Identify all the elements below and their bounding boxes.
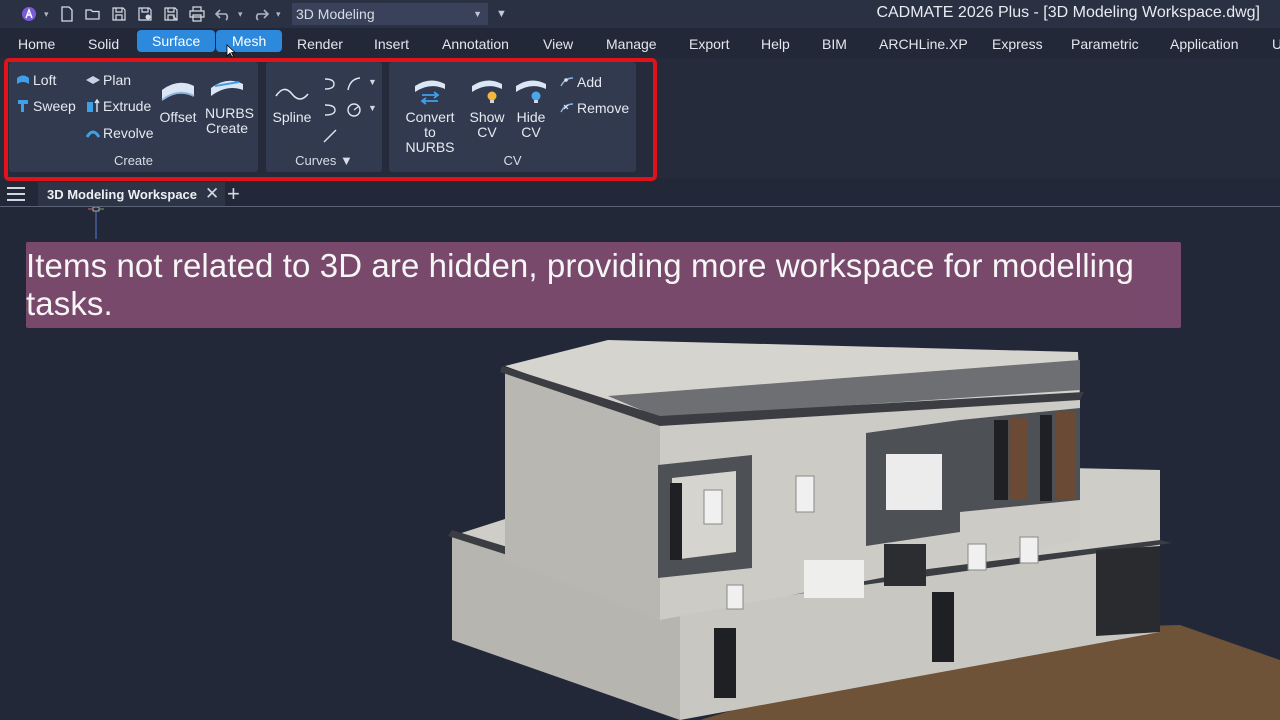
tab-application[interactable]: Application bbox=[1170, 33, 1239, 55]
tutorial-caption: Items not related to 3D are hidden, prov… bbox=[26, 242, 1181, 328]
new-file-icon[interactable] bbox=[56, 3, 78, 25]
tab-u[interactable]: U bbox=[1272, 33, 1280, 55]
window-small-5 bbox=[726, 584, 744, 610]
right-slot-1 bbox=[994, 420, 1008, 500]
central-window bbox=[886, 454, 942, 510]
quick-access-toolbar: ▾ ▾ ▾ 3D Modeling ▼ ▼ bbox=[18, 3, 507, 25]
customize-toolbar-icon[interactable]: ▼ bbox=[496, 8, 507, 20]
app-menu-dropdown-icon[interactable]: ▾ bbox=[44, 9, 54, 20]
hamburger-menu-icon[interactable] bbox=[7, 187, 25, 205]
tab-manage[interactable]: Manage bbox=[606, 33, 657, 55]
chevron-down-icon: ▼ bbox=[473, 9, 482, 19]
highlight-frame bbox=[4, 58, 657, 181]
tab-annotation[interactable]: Annotation bbox=[442, 33, 509, 55]
title-bar: ▾ ▾ ▾ 3D Modeling ▼ ▼ CADMATE 2026 Plus … bbox=[0, 0, 1280, 28]
window-small-3 bbox=[967, 543, 987, 571]
gate-right bbox=[932, 592, 954, 662]
workspace-select-value: 3D Modeling bbox=[296, 6, 375, 22]
wood-panel-2 bbox=[1056, 412, 1076, 500]
redo-dropdown-icon[interactable]: ▾ bbox=[276, 9, 286, 20]
tab-parametric[interactable]: Parametric bbox=[1071, 33, 1139, 55]
tab-express[interactable]: Express bbox=[992, 33, 1043, 55]
right-slot-2 bbox=[1040, 415, 1052, 501]
save-all-icon[interactable] bbox=[160, 3, 182, 25]
gate-left bbox=[714, 628, 736, 698]
window-left-dark bbox=[670, 483, 682, 560]
close-icon[interactable]: ✕ bbox=[205, 184, 219, 204]
window-small-4 bbox=[1019, 536, 1039, 564]
tab-solid[interactable]: Solid bbox=[88, 33, 119, 55]
tab-view[interactable]: View bbox=[543, 33, 573, 55]
tab-bim[interactable]: BIM bbox=[822, 33, 847, 55]
tab-surface[interactable]: Surface bbox=[137, 30, 216, 52]
undo-dropdown-icon[interactable]: ▾ bbox=[238, 9, 248, 20]
document-tab-bar: 3D Modeling Workspace ✕ + bbox=[0, 181, 1280, 207]
ucs-axis-icon bbox=[88, 207, 104, 239]
window-small-1 bbox=[703, 489, 723, 525]
app-title: CADMATE 2026 Plus - [3D Modeling Workspa… bbox=[876, 4, 1260, 21]
document-tab[interactable]: 3D Modeling Workspace ✕ bbox=[38, 182, 226, 206]
save-as-icon[interactable] bbox=[134, 3, 156, 25]
app-menu-icon[interactable] bbox=[18, 3, 40, 25]
tab-home[interactable]: Home bbox=[18, 33, 55, 55]
ribbon-tabs: Home Solid Surface Mesh Render Insert Annotati… bbox=[0, 30, 1280, 56]
undo-icon[interactable] bbox=[212, 3, 234, 25]
garage-door bbox=[1096, 546, 1160, 636]
garage-opening bbox=[804, 560, 864, 598]
wood-panel-1 bbox=[1010, 418, 1028, 500]
tab-insert[interactable]: Insert bbox=[374, 33, 409, 55]
tab-help[interactable]: Help bbox=[761, 33, 790, 55]
tab-render[interactable]: Render bbox=[297, 33, 343, 55]
mouse-cursor-icon bbox=[226, 44, 236, 58]
tab-export[interactable]: Export bbox=[689, 33, 729, 55]
workspace-select[interactable]: 3D Modeling ▼ bbox=[292, 3, 488, 25]
new-tab-icon[interactable]: + bbox=[227, 181, 240, 207]
redo-icon[interactable] bbox=[250, 3, 272, 25]
save-icon[interactable] bbox=[108, 3, 130, 25]
document-tab-label: 3D Modeling Workspace bbox=[47, 186, 198, 202]
tab-archline-xp[interactable]: ARCHLine.XP bbox=[879, 33, 968, 55]
house-3d-model bbox=[448, 340, 1280, 720]
entrance-door bbox=[884, 544, 926, 586]
open-folder-icon[interactable] bbox=[82, 3, 104, 25]
print-icon[interactable] bbox=[186, 3, 208, 25]
window-small-2 bbox=[795, 475, 815, 513]
